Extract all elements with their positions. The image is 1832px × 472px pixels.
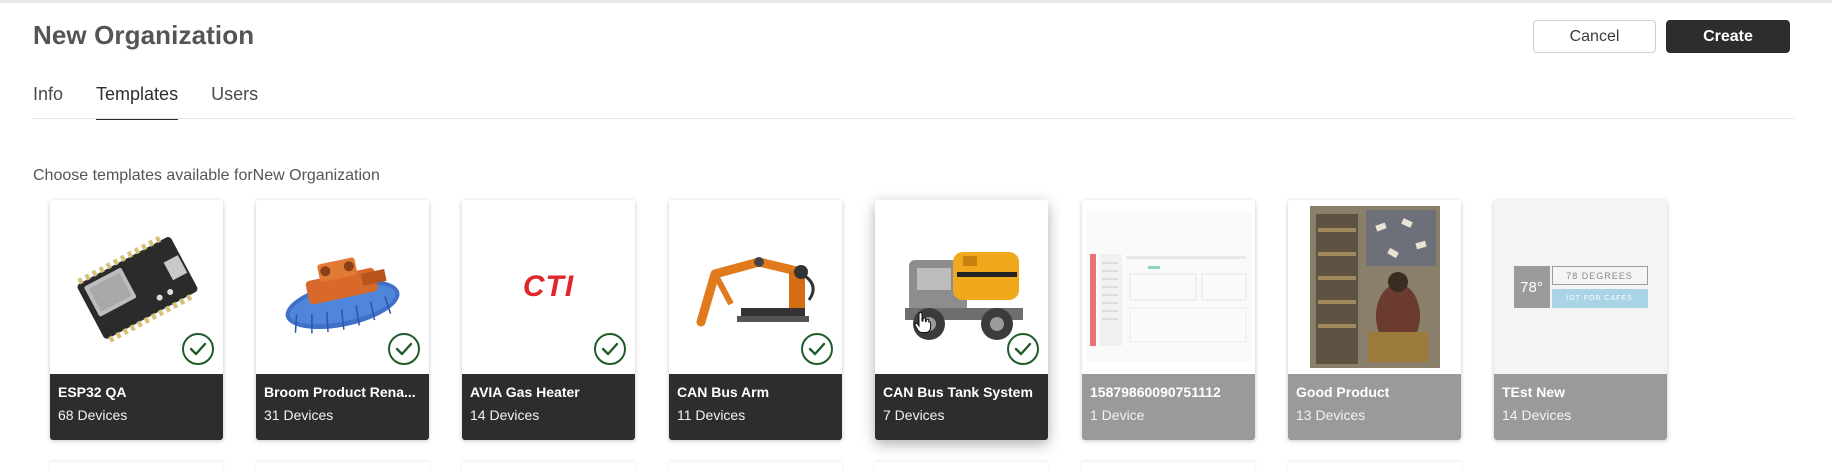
device-count: 13 Devices	[1296, 407, 1366, 423]
tab-users[interactable]: Users	[211, 84, 258, 120]
selected-check-icon[interactable]	[594, 333, 626, 365]
template-name: CAN Bus Arm	[677, 384, 770, 400]
card-footer: AVIA Gas Heater 14 Devices	[462, 374, 635, 440]
selected-check-icon[interactable]	[182, 333, 214, 365]
device-count: 1 Device	[1090, 407, 1145, 423]
template-name: Good Product	[1296, 384, 1390, 400]
selected-check-icon[interactable]	[388, 333, 420, 365]
card-peek	[50, 462, 223, 472]
tab-templates[interactable]: Templates	[96, 84, 179, 120]
hand-cursor-icon	[914, 311, 932, 334]
78-degrees-logo-image: 78° 78 DEGREES IOT FOR CAFES	[1494, 200, 1667, 374]
template-card-can-bus-tank-system[interactable]: CAN Bus Tank System 7 Devices	[875, 200, 1048, 440]
tab-bar: Info Templates Users	[33, 84, 291, 120]
cancel-button[interactable]: Cancel	[1533, 20, 1656, 53]
cti-logo: CTI	[522, 270, 575, 303]
card-peek	[669, 462, 842, 472]
degrees-subtitle: IOT FOR CAFES	[1551, 289, 1648, 308]
device-count: 11 Devices	[677, 407, 746, 423]
template-card-esp32-qa[interactable]: ESP32 QA 68 Devices	[50, 200, 223, 440]
page-title: New Organization	[33, 20, 255, 50]
card-peek	[462, 462, 635, 472]
tab-info[interactable]: Info	[33, 84, 63, 120]
degrees-title: 78 DEGREES	[1551, 266, 1648, 285]
template-name: Broom Product Rena...	[264, 384, 416, 400]
device-count: 7 Devices	[883, 407, 945, 423]
template-card-15879860090751112[interactable]: 15879860090751112 1 Device	[1082, 200, 1255, 440]
card-footer: 15879860090751112 1 Device	[1082, 374, 1255, 440]
selected-check-icon[interactable]	[801, 333, 833, 365]
device-count: 68 Devices	[58, 407, 128, 423]
card-footer: CAN Bus Arm 11 Devices	[669, 374, 842, 440]
card-footer: TEst New 14 Devices	[1494, 374, 1667, 440]
tabs-divider	[33, 118, 1795, 119]
card-peek	[256, 462, 429, 472]
device-count: 31 Devices	[264, 407, 334, 423]
device-count: 14 Devices	[470, 407, 540, 423]
card-peek	[875, 462, 1048, 472]
card-footer: CAN Bus Tank System 7 Devices	[875, 374, 1048, 440]
template-name: 15879860090751112	[1090, 384, 1221, 400]
screenshot-thumbnail-image	[1082, 200, 1255, 374]
create-button[interactable]: Create	[1666, 20, 1790, 53]
library-painting-image	[1288, 200, 1461, 374]
top-border	[0, 0, 1832, 3]
next-row-peek	[50, 462, 1670, 472]
template-card-broom-product[interactable]: Broom Product Rena... 31 Devices	[256, 200, 429, 440]
degrees-number-badge: 78°	[1513, 266, 1550, 308]
template-name: TEst New	[1502, 384, 1566, 400]
template-card-can-bus-arm[interactable]: CAN Bus Arm 11 Devices	[669, 200, 842, 440]
card-footer: Good Product 13 Devices	[1288, 374, 1461, 440]
card-footer: ESP32 QA 68 Devices	[50, 374, 223, 440]
card-peek	[1288, 462, 1461, 472]
template-card-avia-gas-heater[interactable]: CTI AVIA Gas Heater 14 Devices	[462, 200, 635, 440]
card-footer: Broom Product Rena... 31 Devices	[256, 374, 429, 440]
template-name: CAN Bus Tank System	[883, 384, 1033, 400]
template-card-good-product[interactable]: Good Product 13 Devices	[1288, 200, 1461, 440]
templates-subtitle: Choose templates available forNew Organi…	[33, 167, 380, 184]
device-count: 14 Devices	[1502, 407, 1572, 423]
template-name: AVIA Gas Heater	[470, 384, 580, 400]
template-name: ESP32 QA	[58, 384, 127, 400]
card-peek	[1082, 462, 1255, 472]
selected-check-icon[interactable]	[1007, 333, 1039, 365]
template-card-test-new[interactable]: 78° 78 DEGREES IOT FOR CAFES TEst New 14…	[1494, 200, 1667, 440]
